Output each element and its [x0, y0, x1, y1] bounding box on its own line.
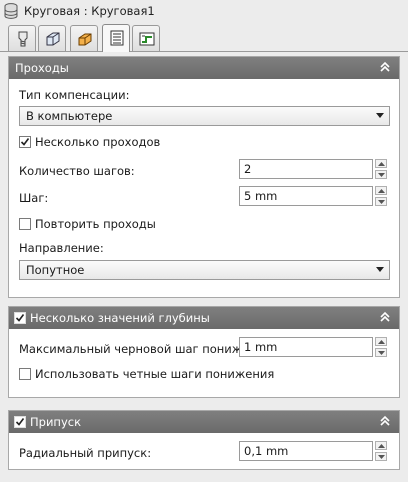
arrow-up-icon [378, 340, 385, 344]
spin-up-button[interactable] [375, 337, 387, 346]
arrow-up-icon [378, 162, 385, 166]
tab-linking[interactable] [132, 25, 160, 51]
max-step-spinner[interactable]: 1 mm [239, 337, 387, 357]
direction-select[interactable]: Попутное [19, 260, 390, 280]
depth-enable-checkbox[interactable] [14, 312, 26, 324]
step-label: Шаг: [19, 191, 49, 205]
step-spinner[interactable]: 5 mm [239, 186, 387, 206]
chevron-down-icon [376, 113, 384, 118]
collapse-chevron-icon[interactable] [379, 61, 391, 73]
step-count-spinner[interactable]: 2 [239, 159, 387, 179]
radial-stock-label: Радиальный припуск: [19, 446, 152, 460]
compensation-select[interactable]: В компьютере [19, 106, 390, 126]
depth-panel-title: Несколько значений глубины [30, 311, 210, 325]
max-step-label: Максимальный черновой шаг понижения: [19, 342, 275, 356]
direction-label: Направление: [19, 241, 104, 255]
spin-down-button[interactable] [375, 348, 387, 357]
repeat-passes-check-box[interactable] [19, 218, 31, 230]
chevron-down-icon [376, 267, 384, 272]
tool-icon [18, 31, 28, 47]
depth-panel-header[interactable]: Несколько значений глубины [9, 307, 399, 329]
repeat-passes-label: Повторить проходы [35, 217, 156, 231]
collapse-chevron-icon[interactable] [379, 311, 391, 323]
step-count-input[interactable]: 2 [239, 159, 373, 179]
step-count-label: Количество шагов: [19, 164, 135, 178]
spin-up-button[interactable] [375, 441, 387, 450]
multiple-passes-check-icon[interactable] [19, 136, 31, 148]
stock-enable-checkbox[interactable] [14, 416, 26, 428]
compensation-value: В компьютере [26, 109, 113, 123]
window-title: Круговая : Круговая1 [24, 4, 155, 18]
spin-down-button[interactable] [375, 452, 387, 461]
database-icon [4, 3, 18, 19]
spin-down-button[interactable] [375, 170, 387, 179]
geometry-icon [78, 33, 92, 46]
passes-panel-header[interactable]: Проходы [9, 57, 399, 79]
arrow-down-icon [378, 200, 385, 204]
tab-tool[interactable] [8, 25, 36, 51]
arrow-up-icon [378, 444, 385, 448]
multiple-passes-checkbox[interactable]: Несколько проходов [19, 135, 160, 149]
tab-passes[interactable] [102, 24, 130, 52]
tab-geometry[interactable] [70, 25, 98, 51]
even-steps-checkbox[interactable]: Использовать четные шаги понижения [19, 367, 274, 381]
linking-icon [139, 32, 155, 46]
arrow-up-icon [378, 189, 385, 193]
radial-stock-spinner[interactable]: 0,1 mm [239, 441, 387, 461]
spin-up-button[interactable] [375, 186, 387, 195]
multiple-passes-label: Несколько проходов [35, 135, 161, 149]
max-step-input[interactable]: 1 mm [239, 337, 373, 357]
tab-strip [0, 22, 408, 52]
arrow-down-icon [378, 455, 385, 459]
stock-panel-title: Припуск [30, 415, 82, 429]
compensation-label: Тип компенсации: [19, 88, 130, 102]
stock-panel-header[interactable]: Припуск [9, 411, 399, 433]
arrow-down-icon [378, 173, 385, 177]
radial-stock-input[interactable]: 0,1 mm [239, 441, 373, 461]
step-input[interactable]: 5 mm [239, 186, 373, 206]
even-steps-check-box[interactable] [19, 368, 31, 380]
passes-panel-title: Проходы [15, 61, 69, 75]
spin-up-button[interactable] [375, 159, 387, 168]
collapse-chevron-icon[interactable] [379, 415, 391, 427]
tab-stock[interactable] [38, 25, 66, 51]
depth-panel: Несколько значений глубины Максимальный … [8, 306, 400, 398]
stock-panel: Припуск Радиальный припуск: 0,1 mm [8, 410, 400, 470]
arrow-down-icon [378, 351, 385, 355]
passes-panel: Проходы Тип компенсации: В компьютере Не… [8, 56, 400, 298]
stock-box-icon [46, 32, 60, 46]
direction-value: Попутное [26, 263, 85, 277]
title-bar: Круговая : Круговая1 [0, 0, 408, 22]
repeat-passes-checkbox[interactable]: Повторить проходы [19, 217, 156, 231]
passes-icon [110, 30, 124, 46]
spin-down-button[interactable] [375, 197, 387, 206]
even-steps-label: Использовать четные шаги понижения [35, 367, 275, 381]
